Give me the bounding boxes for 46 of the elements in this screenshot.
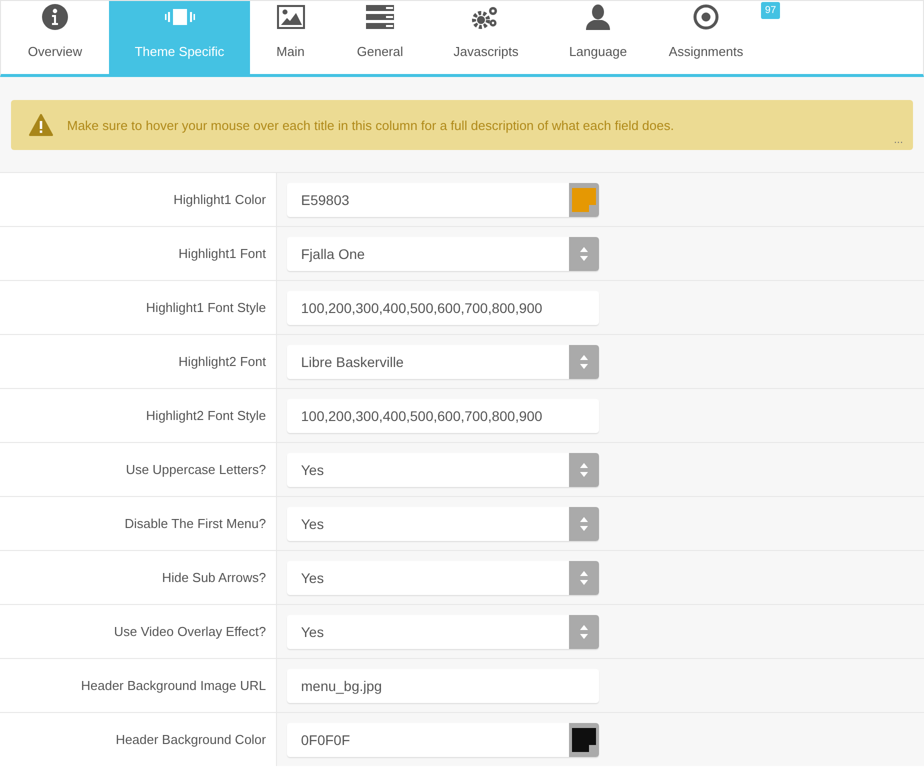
updown-arrows-icon [579,516,589,532]
field-label: Use Uppercase Letters? [126,462,266,477]
field-label: Highlight2 Font Style [146,408,266,423]
color-swatch[interactable] [569,722,599,756]
updown-arrows-icon [579,462,589,478]
warning-icon [29,114,53,136]
field-label: Header Background Color [116,732,266,747]
text-field[interactable]: 100,200,300,400,500,600,700,800,900 [287,290,599,324]
select-field[interactable]: Yes [287,560,599,594]
tab[interactable]: Overview [1,1,109,74]
target-icon [693,4,719,30]
color-swatch[interactable] [569,182,599,216]
field-label: Highlight2 Font [178,354,266,369]
select-field[interactable]: Yes [287,452,599,486]
tab[interactable]: Language [543,1,653,74]
list-icon [366,5,394,29]
field-label: Hide Sub Arrows? [162,570,266,585]
select-field[interactable]: Fjalla One [287,236,599,270]
slides-icon [164,7,194,27]
field-label: Disable The First Menu? [124,516,266,531]
updown-arrows-icon [579,246,589,262]
tab[interactable]: Assignments [653,1,759,74]
select-field[interactable]: Yes [287,614,599,648]
updown-arrows-icon [579,354,589,370]
field-label: Header Background Image URL [81,678,266,693]
updown-arrows-icon [579,624,589,640]
tab[interactable]: Javascripts [429,1,543,74]
user-icon [585,4,611,30]
info-icon [41,3,69,31]
field-label: Highlight1 Font Style [146,300,266,315]
field-label: Highlight1 Font [178,246,266,261]
field-label: Highlight1 Color [174,192,266,207]
select-field[interactable]: Libre Baskerville [287,344,599,378]
text-field[interactable]: 100,200,300,400,500,600,700,800,900 [287,398,599,432]
color-field[interactable]: E59803 [287,182,599,216]
gears-icon [472,5,500,29]
color-field[interactable]: 0F0F0F [287,722,599,756]
warning-message: Make sure to hover your mouse over each title in this column for a full description of what each field does. [67,118,674,132]
image-icon [276,5,304,29]
tab[interactable]: Main [250,1,331,74]
select-field[interactable]: Yes [287,506,599,540]
updown-arrows-icon [579,570,589,586]
count-badge: 97 [761,2,780,19]
field-label: Use Video Overlay Effect? [114,624,266,639]
tab[interactable]: General [331,1,429,74]
text-field[interactable]: menu_bg.jpg [287,668,599,702]
